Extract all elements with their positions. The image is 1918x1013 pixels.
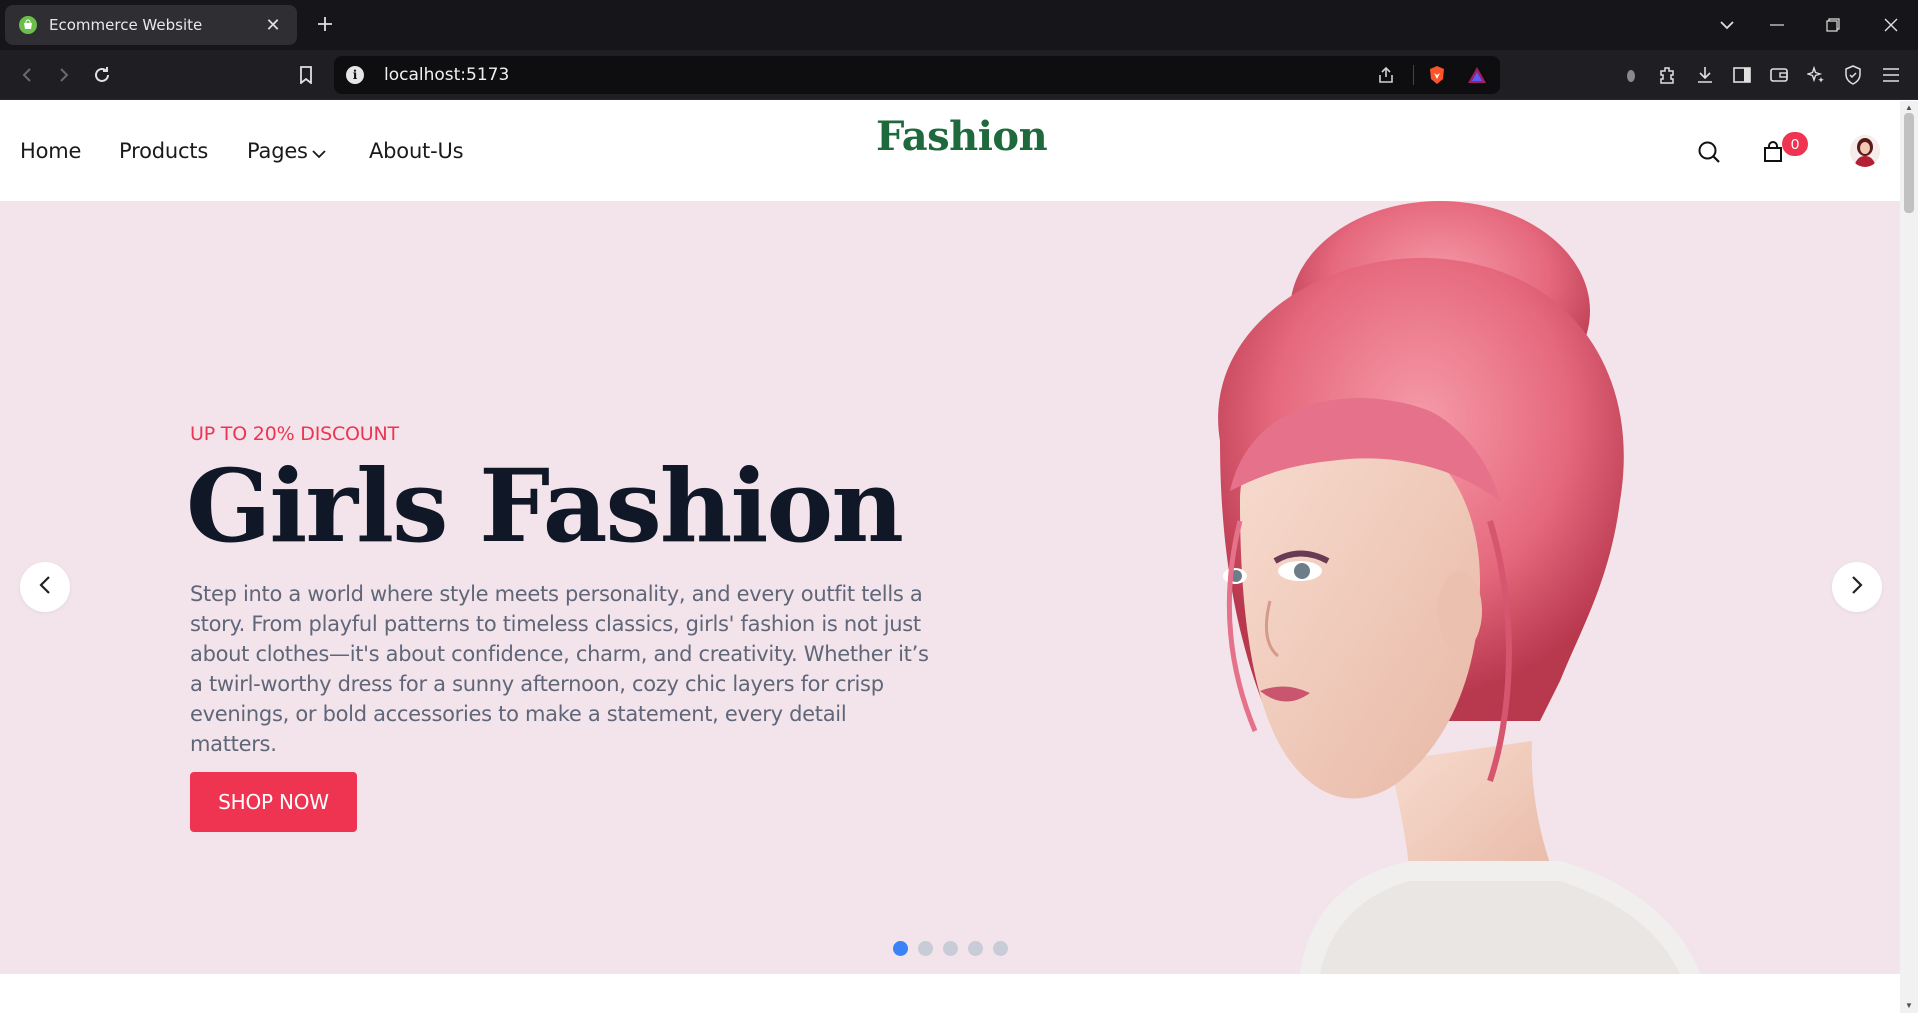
carousel-dot[interactable]	[968, 941, 983, 956]
carousel-dot[interactable]	[918, 941, 933, 956]
browser-toolbar: i localhost:5173	[0, 50, 1918, 100]
scroll-up-icon[interactable]: ▲	[1904, 103, 1914, 113]
scroll-down-icon[interactable]: ▼	[1904, 1001, 1914, 1011]
hero-description: Step into a world where style meets pers…	[190, 582, 929, 756]
close-icon[interactable]: ✕	[263, 15, 283, 36]
app-favicon-icon	[19, 16, 37, 34]
forward-icon[interactable]	[51, 62, 77, 88]
hero-carousel: UP TO 20% DISCOUNT Girls Fashion Step in…	[0, 201, 1900, 974]
bookmark-icon[interactable]	[293, 62, 319, 88]
back-icon[interactable]	[14, 62, 40, 88]
address-bar[interactable]: i localhost:5173	[334, 56, 1500, 94]
nav-pages[interactable]: Pages	[247, 139, 326, 164]
leo-icon[interactable]	[1803, 62, 1829, 88]
web-page: Home Products Pages About-Us Fashion 0 U…	[0, 101, 1900, 1013]
chevron-down-icon	[312, 140, 326, 164]
info-icon[interactable]: i	[346, 66, 364, 84]
browser-tab[interactable]: Ecommerce Website ✕	[5, 5, 297, 45]
chevron-right-icon	[1851, 575, 1863, 600]
chevron-left-icon	[39, 575, 51, 600]
nav-pages-label: Pages	[247, 139, 308, 163]
shop-now-button[interactable]: SHOP NOW	[190, 772, 357, 832]
divider	[1413, 65, 1414, 85]
brave-shield-icon[interactable]	[1426, 65, 1448, 85]
plus-icon[interactable]	[312, 11, 338, 37]
page-scrollbar[interactable]: ▲ ▼	[1900, 101, 1918, 1013]
carousel-dot[interactable]	[943, 941, 958, 956]
download-icon[interactable]	[1692, 62, 1718, 88]
profile-dot-icon[interactable]	[1618, 62, 1644, 88]
nav-home[interactable]: Home	[20, 139, 81, 163]
nav-products[interactable]: Products	[119, 139, 208, 163]
url-text[interactable]: localhost:5173	[384, 65, 1373, 85]
menu-icon[interactable]	[1878, 62, 1904, 88]
carousel-next-button[interactable]	[1832, 562, 1882, 612]
tab-title: Ecommerce Website	[49, 16, 203, 34]
hero-model-image	[1218, 201, 1700, 974]
nav-about-us[interactable]: About-Us	[369, 139, 464, 163]
vpn-icon[interactable]	[1840, 62, 1866, 88]
wallet-icon[interactable]	[1766, 62, 1792, 88]
avatar[interactable]	[1850, 135, 1880, 167]
carousel-dots	[893, 941, 1008, 956]
carousel-dot[interactable]	[993, 941, 1008, 956]
reload-icon[interactable]	[89, 62, 115, 88]
browser-tab-bar: Ecommerce Website ✕	[0, 0, 1918, 50]
brave-rewards-icon[interactable]	[1466, 66, 1488, 84]
chevron-down-icon[interactable]	[1712, 12, 1742, 38]
close-icon[interactable]	[1876, 12, 1906, 38]
sidebar-icon[interactable]	[1729, 62, 1755, 88]
extensions-icon[interactable]	[1655, 62, 1681, 88]
site-logo[interactable]: Fashion	[876, 113, 1048, 160]
minimize-icon[interactable]	[1762, 12, 1792, 38]
search-icon[interactable]	[1695, 138, 1723, 166]
carousel-prev-button[interactable]	[20, 562, 70, 612]
hero-discount-label: UP TO 20% DISCOUNT	[190, 423, 399, 445]
restore-icon[interactable]	[1818, 12, 1848, 38]
scroll-thumb[interactable]	[1904, 113, 1914, 213]
share-icon[interactable]	[1373, 66, 1399, 84]
cart-count-badge: 0	[1782, 132, 1808, 156]
carousel-dot[interactable]	[893, 941, 908, 956]
hero-title: Girls Fashion	[186, 447, 904, 565]
site-header: Home Products Pages About-Us Fashion 0	[0, 101, 1900, 201]
